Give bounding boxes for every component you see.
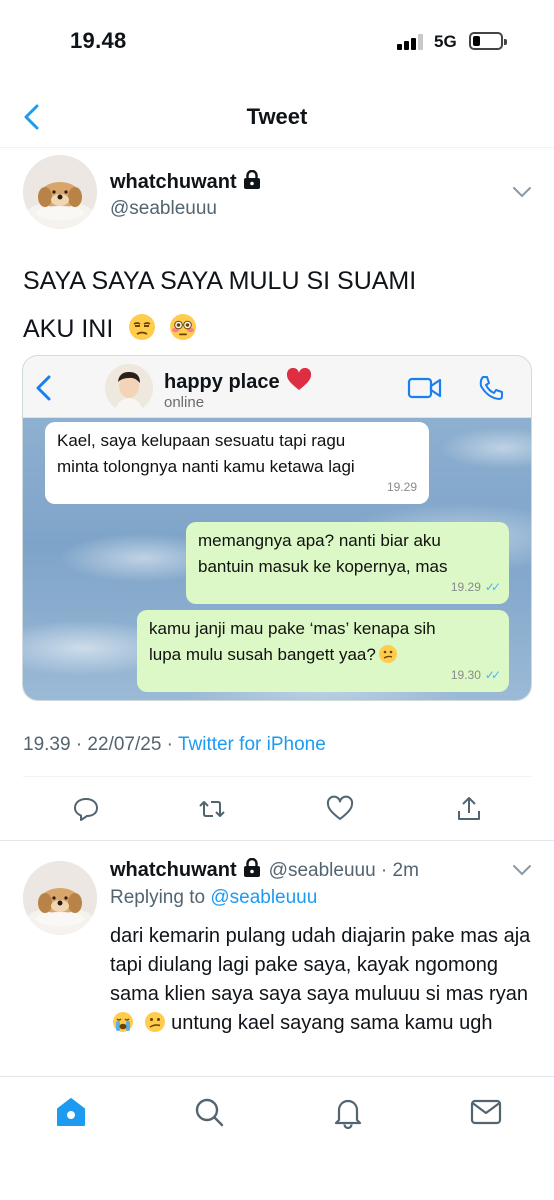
message-time: 19.30 ✓✓ — [451, 662, 501, 688]
messages-icon[interactable] — [469, 1095, 503, 1129]
signal-icon — [397, 34, 425, 50]
tweet-text-line-1: SAYA SAYA SAYA MULU SI SUAMI — [23, 267, 417, 295]
notifications-icon[interactable] — [331, 1095, 365, 1129]
tweet-source-link[interactable]: Twitter for iPhone — [178, 734, 326, 755]
chevron-down-icon[interactable] — [512, 864, 532, 876]
phone-call-icon — [479, 376, 503, 400]
red-heart-icon — [286, 367, 311, 390]
status-bar: 19.48 5G — [0, 0, 554, 80]
chat-message-incoming: Kael, saya kelupaan sesuatu tapi ragu mi… — [45, 422, 429, 504]
page-title: Tweet — [246, 104, 308, 129]
chat-message-outgoing: memangnya apa? nanti biar aku bantuin ma… — [186, 522, 509, 604]
lock-icon — [243, 170, 260, 189]
flushed-face-icon — [170, 314, 197, 340]
read-receipt-icon: ✓✓ — [484, 668, 501, 682]
chat-background: Kael, saya kelupaan sesuatu tapi ragu mi… — [23, 418, 531, 700]
chat-header: happy place online — [23, 356, 531, 418]
tweet-text-line-2: AKU INI — [23, 315, 114, 343]
section-separator — [0, 840, 554, 841]
tweet-meta: 19.39 · 22/07/25 · Twitter for iPhone — [23, 734, 326, 756]
battery-icon — [469, 32, 507, 50]
avatar[interactable] — [23, 155, 97, 229]
replying-to-link[interactable]: @seableuuu — [210, 887, 317, 908]
lock-icon — [243, 858, 260, 877]
message-time: 19.29 — [386, 480, 417, 494]
search-icon[interactable] — [192, 1095, 226, 1129]
retweet-icon[interactable] — [198, 795, 226, 823]
chevron-down-icon[interactable] — [512, 186, 532, 198]
tweet-timestamp: 19.39 · 22/07/25 · — [23, 734, 178, 755]
attached-image[interactable]: happy place online Kael, saya kelupaan s… — [22, 355, 532, 701]
network-label: 5G — [434, 32, 457, 51]
confused-face-icon — [378, 645, 397, 663]
divider — [23, 776, 531, 777]
navigation-bar: Tweet — [0, 90, 554, 148]
video-call-icon — [407, 377, 442, 399]
reply-text: dari kemarin pulang udah diajarin pake m… — [110, 925, 531, 1034]
chat-status: online — [164, 394, 205, 411]
chat-avatar — [105, 364, 153, 412]
user-handle: @seableuuu — [110, 198, 217, 219]
tab-bar — [0, 1076, 554, 1200]
confused-face-icon — [144, 1012, 165, 1032]
replying-to: Replying to @seableuuu — [110, 887, 318, 908]
loudly-crying-face-icon — [113, 1012, 133, 1032]
unamused-face-icon — [129, 314, 156, 340]
status-time: 19.48 — [70, 28, 127, 53]
chat-contact-name: happy place — [164, 367, 312, 394]
tweet-text: SAYA SAYA SAYA MULU SI SUAMI AKU INI — [23, 257, 533, 353]
reply-icon[interactable] — [72, 795, 100, 823]
read-receipt-icon: ✓✓ — [484, 580, 501, 594]
chat-message-outgoing: kamu janji mau pake ‘mas’ kenapa sih lup… — [137, 610, 509, 692]
reply-header[interactable]: whatchuwant @seableuuu · 2m — [110, 858, 419, 882]
like-icon[interactable] — [326, 795, 354, 823]
display-name[interactable]: whatchuwant — [110, 170, 261, 194]
reply-display-name: whatchuwant — [110, 859, 237, 881]
reply-handle-time: @seableuuu · 2m — [268, 860, 419, 881]
message-time: 19.29 ✓✓ — [451, 574, 501, 600]
chat-back-icon — [36, 375, 51, 401]
home-icon[interactable] — [54, 1095, 88, 1129]
share-icon[interactable] — [455, 795, 483, 823]
reply-avatar[interactable] — [23, 861, 97, 935]
